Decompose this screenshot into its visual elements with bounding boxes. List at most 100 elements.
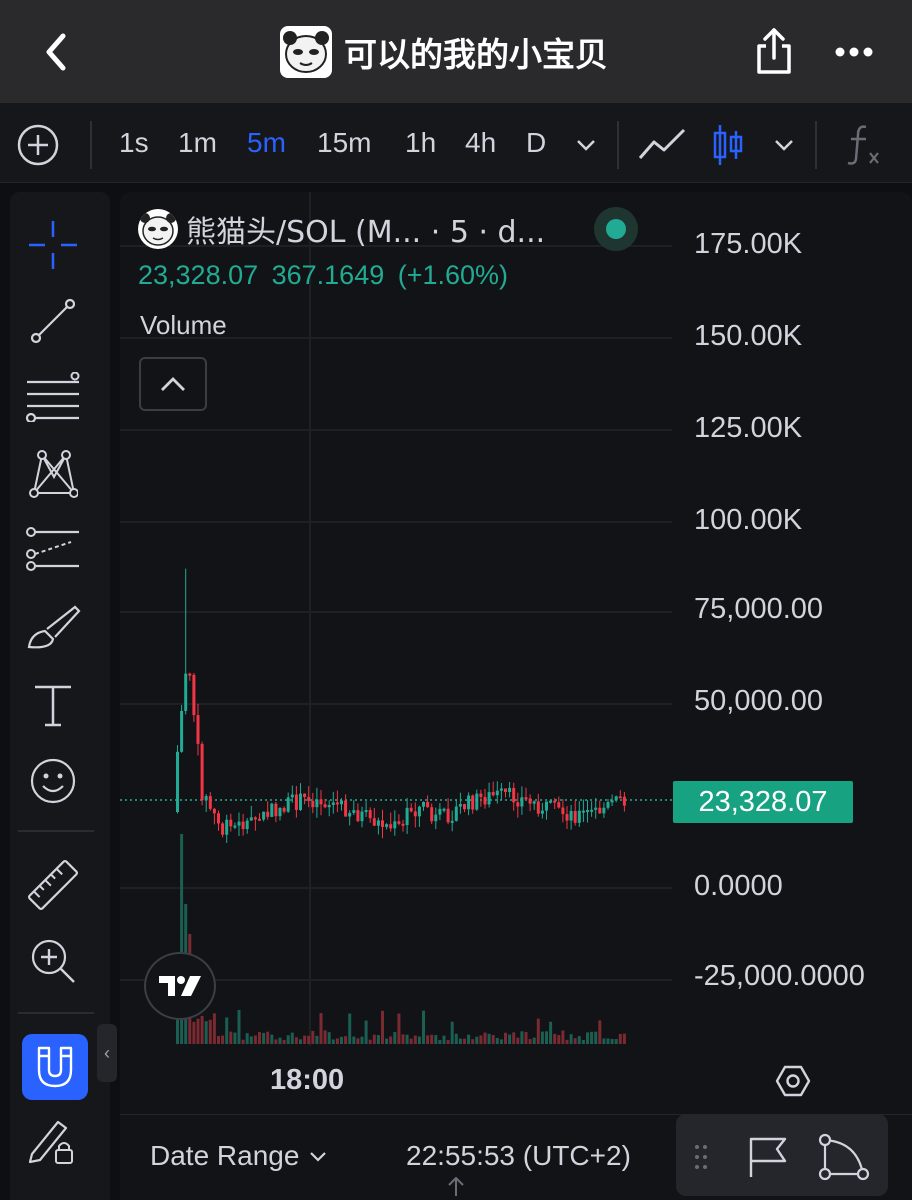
candle-body [335,802,339,805]
drag-handle[interactable] [686,1132,716,1182]
fib-retracement-tool[interactable] [22,366,84,428]
candle-body [176,751,179,812]
volume-bar [364,1020,368,1044]
collapse-toolbar-button[interactable]: ‹ [97,1024,117,1082]
candle-body [249,817,253,821]
volume-bar [520,1031,524,1044]
magnet-mode-toggle[interactable] [22,1034,88,1100]
candle-body [463,804,466,810]
candle-body [397,821,401,824]
volume-bar [290,1032,294,1044]
share-icon [757,28,791,74]
volume-bar [422,1010,425,1044]
volume-bar [196,1018,200,1044]
crosshair-tool[interactable] [22,214,84,276]
interval-5m[interactable]: 5m [247,127,286,159]
emoji-tool[interactable] [22,750,84,812]
candle-body [352,810,356,813]
chart-type-dropdown-button[interactable] [760,123,808,167]
volume-bar [602,1038,606,1044]
interval-1s[interactable]: 1s [119,127,149,159]
last-price-badge: 23,328.07 [673,781,853,823]
curve-tool-button[interactable] [816,1132,872,1182]
volume-bar [545,1031,548,1044]
chat-title[interactable]: 可以的我的小宝贝 [280,24,608,80]
pattern-tool[interactable] [22,442,84,504]
share-button[interactable] [748,22,800,80]
zoom-in-tool[interactable] [22,930,84,992]
volume-bar [430,1034,434,1044]
candle-body [188,673,192,676]
measure-tool[interactable] [22,854,84,916]
candle-body [340,800,343,805]
trend-line-tool[interactable] [22,290,84,352]
candle-body [200,743,204,801]
volume-label[interactable]: Volume [140,310,227,341]
volume-bar [417,1036,421,1044]
candle-body [491,792,495,796]
price-axis-label: 50,000.00 [694,685,824,717]
volume-bar [241,1039,245,1044]
volume-bar [483,1032,487,1044]
price-axis-label: 100.00K [694,504,803,536]
interval-1m[interactable]: 1m [178,127,217,159]
candle-body [274,803,278,817]
candle-body [610,800,614,803]
flag-button[interactable] [740,1132,796,1182]
indicators-button[interactable] [840,123,888,167]
timezone-clock[interactable]: 22:55:53 (UTC+2) [406,1140,631,1172]
candle-body [532,801,536,804]
chart-toolbar: 1s 1m 5m 15m 1h 4h D [0,103,912,183]
symbol-title[interactable]: 熊猫头/SOL (M... · 5 · d... [186,207,545,251]
candle-body [458,804,462,807]
tradingview-icon [159,976,201,996]
tradingview-logo[interactable] [144,952,216,1020]
volume-bar [307,1035,311,1044]
back-button[interactable] [30,26,82,78]
price-change-line: 23,328.07 367.1649 (+1.60%) [138,260,509,290]
volume-bar [249,1036,253,1044]
candle-body [217,813,220,824]
interval-4h[interactable]: 4h [465,127,496,159]
volume-bar [245,1033,249,1044]
arrow-up-icon[interactable] [446,1174,466,1198]
candle-body [376,820,380,826]
volume-bar [487,1033,491,1044]
candle-body [434,814,438,822]
brush-tool[interactable] [22,596,84,658]
price-axis-label: 75,000.00 [694,593,824,625]
candle-body [348,812,352,817]
collapse-legend-button[interactable] [139,357,207,411]
text-tool[interactable] [22,674,84,736]
interval-15m[interactable]: 15m [317,127,371,159]
forecasting-tool[interactable] [22,518,84,580]
candlestick-chart-button[interactable] [704,123,752,167]
line-chart-button[interactable] [638,123,686,167]
volume-bar [376,1035,380,1044]
flag-icon [749,1137,787,1177]
volume-bar [389,1036,393,1044]
interval-1h[interactable]: 1h [405,127,436,159]
date-range-button[interactable]: Date Range [150,1140,327,1172]
candle-body [331,802,335,805]
volume-bar [335,1038,339,1044]
lock-drawings-tool[interactable] [22,1110,84,1172]
more-button[interactable] [828,26,880,78]
volume-bar [315,1035,319,1044]
volume-bar [253,1035,257,1044]
volume-bar [372,1034,376,1044]
trend-line-icon [30,298,76,344]
candle-body [590,809,594,812]
market-status-indicator[interactable] [594,207,638,251]
volume-bar [278,1037,282,1044]
volume-bar [598,1020,602,1044]
drag-handle-icon [695,1145,707,1169]
volume-bar [434,1035,438,1044]
add-symbol-button[interactable] [16,123,60,167]
interval-d[interactable]: D [526,127,546,159]
candle-body [569,811,573,821]
volume-bar [532,1037,536,1044]
chart-settings-button[interactable] [772,1060,814,1102]
interval-dropdown-button[interactable] [562,123,610,167]
candle-body [557,802,561,808]
